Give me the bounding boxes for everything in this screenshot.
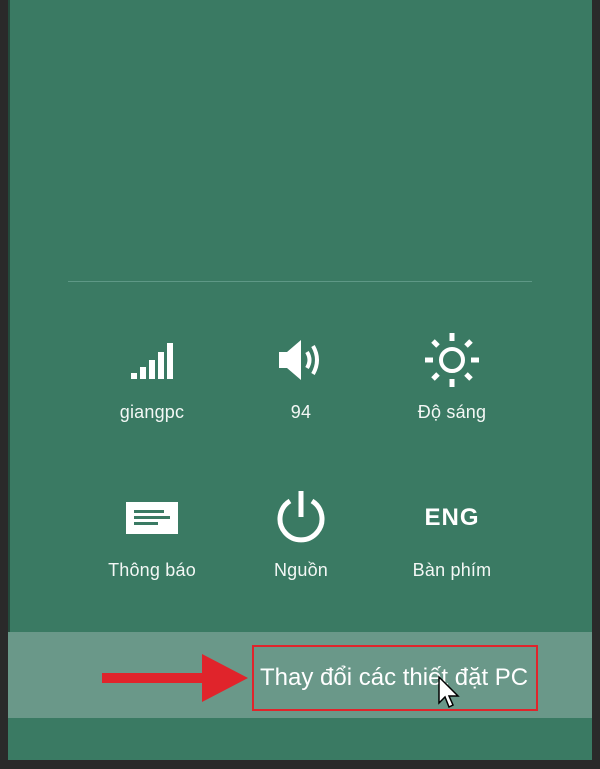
mouse-pointer-icon [438, 675, 460, 709]
brightness-label: Độ sáng [417, 402, 487, 422]
panel-bottom [8, 718, 592, 760]
keyboard-tile[interactable]: ENG Bàn phím [377, 486, 527, 581]
brightness-tile[interactable]: Độ sáng [377, 328, 527, 423]
red-arrow-icon [102, 654, 248, 702]
panel-divider [68, 281, 532, 282]
notifications-icon [77, 486, 227, 550]
keyboard-language-icon: ENG [377, 486, 527, 550]
network-label: giangpc [119, 402, 185, 422]
volume-label: 94 [290, 402, 312, 422]
change-pc-settings-label: Thay đổi các thiết đặt PC [260, 664, 529, 691]
brightness-icon [377, 328, 527, 392]
keyboard-label: Bàn phím [412, 560, 492, 580]
volume-icon [226, 328, 376, 392]
power-icon [226, 486, 376, 550]
keyboard-language-text: ENG [424, 504, 480, 531]
notifications-label: Thông báo [108, 560, 196, 580]
power-label: Nguồn [273, 560, 329, 580]
change-pc-settings-link[interactable]: Thay đổi các thiết đặt PC [252, 645, 538, 711]
network-signal-icon [77, 328, 227, 392]
power-tile[interactable]: Nguồn [226, 486, 376, 581]
volume-tile[interactable]: 94 [226, 328, 376, 423]
network-tile[interactable]: giangpc [77, 328, 227, 423]
notifications-tile[interactable]: Thông báo [77, 486, 227, 581]
